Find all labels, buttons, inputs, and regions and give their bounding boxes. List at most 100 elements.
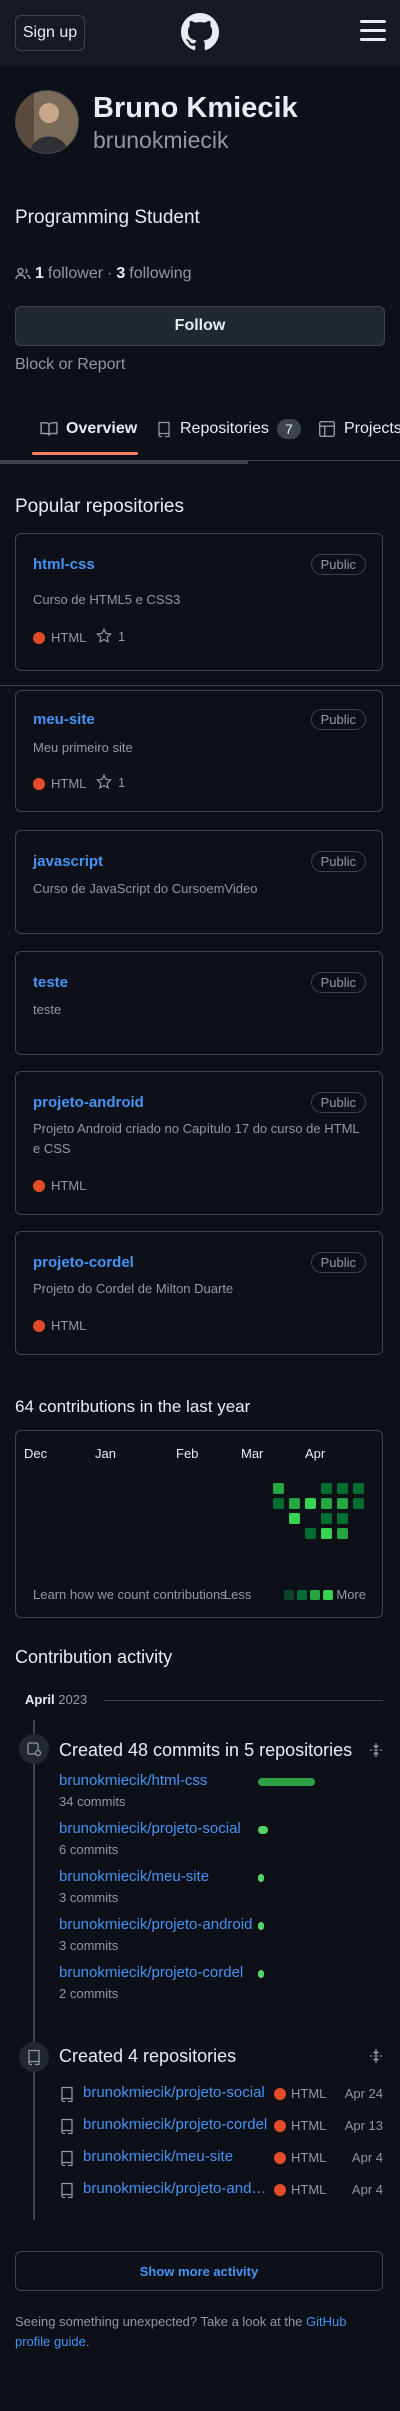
commit-repo-link[interactable]: brunokmiecik/projeto-social xyxy=(59,1820,241,1837)
commit-repo-link[interactable]: brunokmiecik/meu-site xyxy=(59,1868,209,1885)
tab-label: Repositories xyxy=(180,420,269,437)
commit-count: 34 commits xyxy=(59,1794,126,1809)
repo-name-link[interactable]: html-css xyxy=(33,556,95,573)
commit-share-bar xyxy=(258,1874,264,1882)
visibility-badge: Public xyxy=(310,554,366,575)
repo-icon xyxy=(61,2150,73,2166)
contribution-day[interactable] xyxy=(337,1483,348,1494)
contribution-day[interactable] xyxy=(305,1528,316,1539)
contribution-day[interactable] xyxy=(321,1483,332,1494)
show-more-activity-button[interactable]: Show more activity xyxy=(15,2251,383,2291)
repo-card: projeto-cordel Public Projeto do Cordel … xyxy=(15,1231,383,1355)
star-icon xyxy=(96,628,112,643)
following-count[interactable]: 3 xyxy=(116,265,125,283)
repo-card: projeto-android Public Projeto Android c… xyxy=(15,1071,383,1215)
commit-count: 2 commits xyxy=(59,1986,119,2001)
fold-icon[interactable] xyxy=(368,1742,384,1758)
commit-repo-link[interactable]: brunokmiecik/html-css xyxy=(59,1772,207,1789)
contribution-day[interactable] xyxy=(305,1498,316,1509)
contribution-day[interactable] xyxy=(321,1498,332,1509)
following-label[interactable]: following xyxy=(129,265,191,283)
contributions-heading: 64 contributions in the last year xyxy=(15,1397,251,1416)
commit-repo-link[interactable]: brunokmiecik/projeto-cordel xyxy=(59,1964,243,1981)
repo-card: meu-site Public Meu primeiro site HTML 1 xyxy=(15,690,383,812)
repo-icon xyxy=(61,2182,73,2198)
repo-icon xyxy=(61,2118,73,2134)
contribution-legend: Less More xyxy=(223,1587,366,1602)
repo-language: HTML xyxy=(274,2150,326,2165)
created-repo-row: brunokmiecik/projeto-social HTML Apr 24 xyxy=(59,2084,383,2104)
month-label: Mar xyxy=(241,1446,264,1461)
repo-language: HTML xyxy=(33,776,86,791)
repo-name-link[interactable]: javascript xyxy=(33,853,103,870)
table-icon xyxy=(318,420,336,438)
contribution-day[interactable] xyxy=(321,1528,332,1539)
activity-month: April 2023 xyxy=(25,1692,88,1707)
tab-repositories[interactable]: Repositories 7 xyxy=(156,414,301,444)
repo-name-link[interactable]: projeto-cordel xyxy=(33,1254,134,1271)
contribution-day[interactable] xyxy=(353,1498,364,1509)
month-label: Dec xyxy=(24,1446,48,1461)
sign-up-button[interactable]: Sign up xyxy=(15,15,85,51)
footer-note: Seeing something unexpected? Take a look… xyxy=(15,2314,347,2349)
contribution-day[interactable] xyxy=(337,1513,348,1524)
repo-name-link[interactable]: meu-site xyxy=(33,711,95,728)
visibility-badge: Public xyxy=(310,709,366,730)
contribution-day[interactable] xyxy=(337,1528,348,1539)
visibility-badge: Public xyxy=(310,1092,366,1113)
divider xyxy=(104,1700,383,1701)
legend-level-2 xyxy=(297,1589,308,1600)
repo-name-link[interactable]: teste xyxy=(33,974,68,991)
created-repo-row: brunokmiecik/meu-site HTML Apr 4 xyxy=(59,2148,383,2168)
fold-icon[interactable] xyxy=(368,2048,384,2064)
repo-stars[interactable]: 1 xyxy=(96,774,125,790)
visibility-badge: Public xyxy=(310,851,366,872)
repo-stars[interactable]: 1 xyxy=(96,628,125,644)
people-icon xyxy=(15,267,31,280)
profile-login: brunokmiecik xyxy=(93,127,229,153)
repo-language: HTML xyxy=(33,630,86,645)
repo-description: teste xyxy=(33,1002,62,1017)
book-icon xyxy=(40,422,58,436)
created-repo-row: brunokmiecik/projeto-android HTML Apr 4 xyxy=(59,2180,383,2200)
repo-icon xyxy=(158,421,170,438)
contribution-activity-heading: Contribution activity xyxy=(15,1647,173,1667)
commit-repo-link[interactable]: brunokmiecik/projeto-android xyxy=(59,1916,252,1933)
contribution-day[interactable] xyxy=(273,1483,284,1494)
contribution-day[interactable] xyxy=(289,1498,300,1509)
contribution-day[interactable] xyxy=(337,1498,348,1509)
commit-count: 3 commits xyxy=(59,1938,119,1953)
tabs-scrollbar[interactable] xyxy=(0,460,248,464)
repo-name-link[interactable]: projeto-android xyxy=(33,1094,144,1111)
contribution-day[interactable] xyxy=(289,1513,300,1524)
block-or-report-link[interactable]: Block or Report xyxy=(15,356,125,374)
github-octocat-icon[interactable] xyxy=(181,13,219,51)
site-header: Sign up xyxy=(0,0,400,66)
repo-language: HTML xyxy=(274,2118,326,2133)
created-repo-link[interactable]: brunokmiecik/projeto-cordel xyxy=(83,2116,271,2133)
contribution-day[interactable] xyxy=(273,1498,284,1509)
learn-contributions-link[interactable]: Learn how we count contributions xyxy=(33,1587,227,1602)
repo-created-icon xyxy=(19,2042,49,2072)
active-tab-indicator xyxy=(32,452,138,455)
hamburger-menu-icon[interactable] xyxy=(360,20,386,42)
tab-overview[interactable]: Overview xyxy=(40,414,137,444)
avatar[interactable] xyxy=(15,90,79,154)
contribution-day[interactable] xyxy=(321,1513,332,1524)
contribution-day[interactable] xyxy=(353,1483,364,1494)
repos-created-summary: Created 4 repositories xyxy=(59,2046,237,2066)
commit-count: 6 commits xyxy=(59,1842,119,1857)
created-repo-link[interactable]: brunokmiecik/meu-site xyxy=(83,2148,271,2165)
created-repo-row: brunokmiecik/projeto-cordel HTML Apr 13 xyxy=(59,2116,383,2136)
legend-level-3 xyxy=(310,1589,321,1600)
commits-summary: Created 48 commits in 5 repositories xyxy=(59,1740,353,1760)
repo-description: Projeto do Cordel de Milton Duarte xyxy=(33,1281,234,1296)
repositories-count-badge: 7 xyxy=(276,419,301,439)
followers-count[interactable]: 1 xyxy=(35,265,44,283)
tab-projects[interactable]: Projects xyxy=(318,414,400,444)
created-repo-link[interactable]: brunokmiecik/projeto-android xyxy=(83,2180,271,2197)
follow-button[interactable]: Follow xyxy=(15,306,385,346)
created-repo-link[interactable]: brunokmiecik/projeto-social xyxy=(83,2084,271,2101)
profile-bio: Programming Student xyxy=(15,207,200,228)
followers-label[interactable]: follower xyxy=(48,265,103,283)
